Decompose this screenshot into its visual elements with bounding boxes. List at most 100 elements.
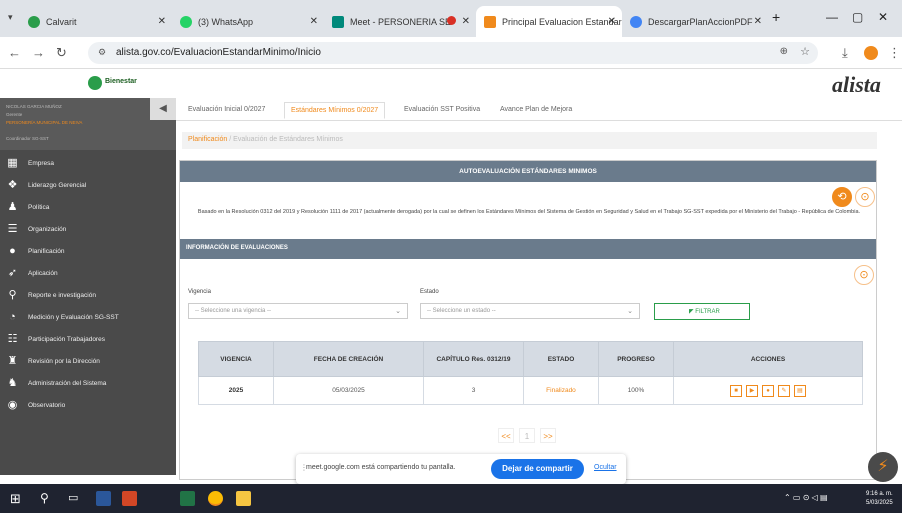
tab-plan-mejora[interactable]: Avance Plan de Mejora — [494, 102, 578, 117]
logo-mark — [88, 76, 102, 90]
assistant-fab-button[interactable]: ⚡ — [868, 452, 898, 482]
sidebar-item-politica[interactable]: ♟ Política — [0, 197, 176, 217]
leadership-icon: ❖ — [7, 178, 18, 191]
logo-text: Bienestar — [105, 78, 137, 85]
pager-last-button[interactable]: >> — [540, 428, 556, 443]
browser-tab-1[interactable]: Calvarit ✕ — [20, 6, 172, 37]
powerpoint-icon[interactable] — [122, 491, 137, 506]
breadcrumb-current: / Evaluación de Estándares Mínimos — [229, 136, 343, 143]
sidebar-item-medicion[interactable]: ◔ Medición y Evaluación SG-SST — [0, 307, 176, 327]
word-icon[interactable] — [96, 491, 111, 506]
new-tab-button[interactable]: + — [772, 9, 780, 25]
sidebar-item-label: Revisión por la Dirección — [28, 357, 100, 365]
windows-start-icon[interactable]: ⊞ — [10, 491, 25, 506]
person-icon: ♟ — [7, 200, 18, 213]
windows-taskbar: ⊞ ⚲ ▭ ⌃ ▭ ⊙ ◁ ▤ 9:16 a. m. 5/03/2025 — [0, 484, 902, 513]
user-company: PERSONERÍA MUNICIPAL DE NEIVA — [6, 120, 83, 125]
sidebar-item-reporte[interactable]: ⚲ Reporte e investigación — [0, 285, 176, 305]
search-icon[interactable]: ⚲ — [40, 491, 55, 506]
chart-icon[interactable]: ● — [762, 384, 774, 397]
row-actions: ■ ▶ ● ✎ ▤ — [730, 384, 806, 397]
maximize-icon[interactable]: ▢ — [852, 10, 863, 24]
sidebar-item-observatorio[interactable]: ◉ Observatorio — [0, 395, 176, 415]
sidebar-item-revision[interactable]: ♜ Revisión por la Dirección — [0, 351, 176, 371]
sidebar-item-planificacion[interactable]: ● Planificación — [0, 241, 176, 261]
edit-icon[interactable]: ✎ — [778, 384, 790, 397]
close-tab-icon[interactable]: ✕ — [754, 16, 762, 27]
tab-estandares-minimos[interactable]: Estándares Mínimos 0/2027 — [284, 102, 386, 119]
close-tab-icon[interactable]: ✕ — [158, 16, 166, 27]
vigencia-select[interactable]: -- Seleccione una vigencia -- ⌄ — [188, 303, 408, 319]
reload-icon[interactable]: ↻ — [56, 45, 67, 61]
close-window-icon[interactable]: ✕ — [878, 10, 888, 24]
sidebar-item-organizacion[interactable]: ☰ Organización — [0, 219, 176, 239]
close-tab-icon[interactable]: ✕ — [462, 16, 470, 27]
sidebar-item-label: Política — [28, 203, 50, 211]
stop-sharing-button[interactable]: Dejar de compartir — [491, 459, 584, 479]
settings-button[interactable]: ⊙ — [854, 265, 874, 285]
pager-page-button[interactable]: 1 — [519, 428, 535, 443]
info-button[interactable]: ⊙ — [855, 187, 875, 207]
forward-icon[interactable]: → — [32, 45, 45, 60]
browser-tab-label: Meet - PERSONERIA SE — [350, 16, 452, 27]
filter-button-label: FILTRAR — [695, 309, 720, 315]
filter-icon: ◤ — [689, 309, 694, 315]
close-tab-icon[interactable]: ✕ — [608, 16, 616, 27]
document-icon[interactable]: ▤ — [794, 384, 806, 397]
file-explorer-icon[interactable] — [236, 491, 251, 506]
sidebar-item-empresa[interactable]: ▦ Empresa — [0, 153, 176, 173]
chrome-icon[interactable] — [208, 491, 223, 506]
tab-search-button[interactable]: ▾ — [8, 12, 13, 23]
browser-tab-5[interactable]: DescargarPlanAccionPDF ✕ — [622, 6, 768, 37]
tab-evaluacion-inicial[interactable]: Evaluación Inicial 0/2027 — [182, 102, 271, 117]
meet-icon — [332, 15, 344, 28]
browser-menu-icon[interactable]: ⋮ — [888, 45, 901, 61]
pager-first-button[interactable]: << — [498, 428, 514, 443]
bookmark-star-icon[interactable]: ☆ — [800, 45, 810, 58]
browser-tab-3[interactable]: Meet - PERSONERIA SE ✕ — [324, 6, 476, 37]
url-field[interactable]: ⚙ alista.gov.co/EvaluacionEstandarMinimo… — [88, 42, 818, 64]
close-tab-icon[interactable]: ✕ — [310, 16, 318, 27]
section-title: INFORMACIÓN DE EVALUACIONES — [180, 239, 876, 259]
estado-select[interactable]: -- Seleccione un estado -- ⌄ — [420, 303, 640, 319]
estado-label: Estado — [420, 289, 439, 295]
task-view-icon[interactable]: ▭ — [68, 491, 83, 506]
taskbar-clock[interactable]: 9:16 a. m. 5/03/2025 — [866, 490, 893, 508]
url-text: alista.gov.co/EvaluacionEstandarMinimo/I… — [116, 47, 321, 58]
expand-button[interactable]: ⟲ — [832, 187, 852, 207]
tabs-divider — [176, 120, 902, 121]
sidebar-item-aplicacion[interactable]: ➶ Aplicación — [0, 263, 176, 283]
play-icon[interactable]: ▶ — [746, 384, 758, 397]
download-icon[interactable]: ⤓ — [842, 45, 848, 61]
clock-time: 9:16 a. m. — [866, 491, 893, 497]
zoom-icon[interactable]: ⊕ — [780, 46, 788, 57]
alista-icon — [484, 15, 496, 28]
excel-icon[interactable] — [180, 491, 195, 506]
view-icon[interactable]: ■ — [730, 384, 742, 397]
sidebar-item-liderazgo[interactable]: ❖ Liderazgo Gerencial — [0, 175, 176, 195]
column-header: PROGRESO — [598, 341, 674, 377]
browser-tab-label: (3) WhatsApp — [198, 16, 254, 27]
browser-tab-2[interactable]: (3) WhatsApp ✕ — [172, 6, 324, 37]
building-icon: ▦ — [7, 156, 18, 169]
sidebar-item-administracion[interactable]: ♞ Administración del Sistema — [0, 373, 176, 393]
back-icon[interactable]: ← — [8, 45, 21, 60]
screen-share-bar: ⋮ meet.google.com está compartiendo tu p… — [296, 454, 626, 484]
filter-button[interactable]: ◤ FILTRAR — [654, 303, 750, 320]
sidebar-item-label: Organización — [28, 225, 67, 233]
sidebar-toggle-button[interactable]: ◀ — [150, 98, 176, 120]
card-title: AUTOEVALUACIÓN ESTÁNDARES MINIMOS — [180, 161, 876, 182]
tab-evaluacion-sst[interactable]: Evaluación SST Positiva — [398, 102, 486, 117]
profile-avatar[interactable] — [864, 46, 878, 60]
sidebar-item-label: Planificación — [28, 247, 65, 255]
sidebar-item-participacion[interactable]: ☷ Participación Trabajadores — [0, 329, 176, 349]
breadcrumb-link[interactable]: Planificación — [188, 136, 227, 143]
browser-tab-4[interactable]: Principal Evaluacion Estandar ✕ — [476, 6, 622, 37]
sidebar-item-label: Medición y Evaluación SG-SST — [28, 313, 119, 321]
hide-link[interactable]: Ocultar — [594, 464, 617, 471]
site-info-icon[interactable]: ⚙ — [98, 47, 106, 58]
minimize-icon[interactable]: — — [826, 10, 838, 24]
sidebar-item-label: Participación Trabajadores — [28, 335, 105, 343]
system-tray-icons[interactable]: ⌃ ▭ ⊙ ◁ ▤ — [784, 493, 828, 502]
whatsapp-icon — [180, 15, 192, 28]
